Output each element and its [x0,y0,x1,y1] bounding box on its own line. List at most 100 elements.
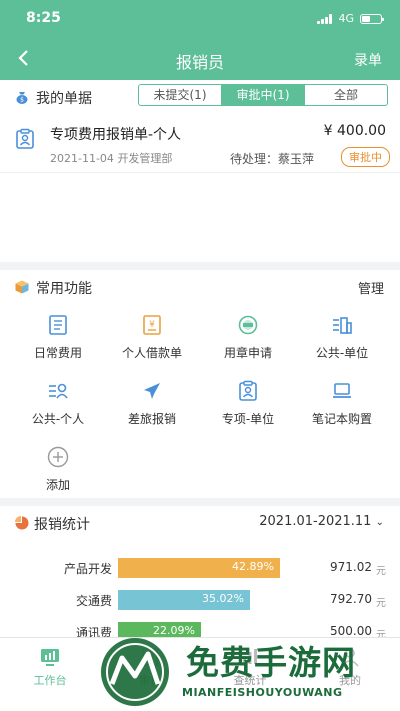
stats-card: 报销统计 2021.01-2021.11 ⌄ 产品开发 42.89% 971.02 元… [0,506,400,637]
person-list-icon [49,383,68,399]
status-indicators: 4G [317,12,384,25]
func-travel-expense[interactable]: 差旅报销 [102,380,202,440]
stats-title: 报销统计 [34,517,90,533]
signal-icon [317,13,333,24]
user-icon [341,648,359,667]
stat-percent: 35.02% [202,592,244,605]
tab-label: 我的 [339,674,361,687]
chart-icon [243,649,257,664]
divider [0,172,400,173]
stat-bar: 42.89% [118,558,280,578]
func-label: 专项-单位 [221,412,275,426]
clipboard-icon [239,380,257,401]
stat-category: 交通费 [75,594,112,608]
doc-pending: 待处理：蔡玉萍 [230,150,314,167]
func-label: 公共-单位 [315,346,369,360]
doc-title: 专项费用报销单-个人 [50,127,182,143]
tab-approving[interactable]: 审批中(1) [222,85,305,105]
stat-bar-track: 42.89% [118,558,298,578]
laptop-icon [333,383,351,398]
stat-percent: 22.09% [153,624,195,637]
tab-bar: 工作台 审批 查统计 我的 [0,637,400,711]
nav-bar: 报销员 录单 [0,38,400,80]
doc-date: 2021-11-04 [50,152,114,165]
status-time: 8:25 [26,10,61,26]
doc-dept: 开发管理部 [117,152,173,165]
func-label: 日常费用 [33,346,82,360]
stat-category: 通讯费 [75,626,112,637]
stat-amount: 792.70 [330,592,372,606]
tab-approval[interactable]: 审批 [100,646,200,688]
stat-row: 通讯费 22.09% 500.00 元 [0,622,400,637]
pending-user: 蔡玉萍 [278,152,315,166]
form-icon [49,315,67,335]
func-public-unit[interactable]: 公共-单位 [292,314,392,374]
tab-draft[interactable]: 未提交(1) [139,85,222,105]
airplane-icon [144,383,160,399]
doc-meta: 2021-11-04 开发管理部 [50,150,172,166]
svg-text:$: $ [20,97,24,104]
tab-mine[interactable]: 我的 [300,646,400,688]
building-icon [333,317,352,334]
func-public-personal[interactable]: 公共-个人 [8,380,108,440]
func-label: 添加 [45,478,70,492]
stat-unit: 元 [376,566,386,577]
common-functions-title: 常用功能 [36,281,92,297]
my-docs-card: $ 我的单据 未提交(1) 审批中(1) 全部 专项费用报销单-个人 2021-… [0,80,400,262]
period-value: 2021.01-2021.11 [259,514,372,529]
box-icon [15,280,29,294]
func-laptop-purchase[interactable]: 笔记本购置 [292,380,392,440]
stat-amount: 500.00 [330,624,372,637]
stat-row: 产品开发 42.89% 971.02 元 [0,558,400,580]
stat-unit: 元 [376,630,386,637]
stat-bar: 35.02% [118,590,250,610]
tab-label: 查统计 [233,674,267,687]
func-personal-loan[interactable]: ¥ 个人借款单 [102,314,202,374]
func-label: 公共-个人 [31,412,85,426]
func-add[interactable]: 添加 [8,446,108,506]
func-label: 差旅报销 [127,412,176,426]
pie-chart-icon [15,516,29,530]
stat-row: 交通费 35.02% 792.70 元 [0,590,400,612]
func-label: 用章申请 [223,346,272,360]
money-bag-icon: $ [16,92,28,104]
func-label: 个人借款单 [121,346,182,360]
manage-button[interactable]: 管理 [358,278,384,297]
func-label: 笔记本购置 [311,412,372,426]
dashboard-icon [41,649,59,666]
svg-text:¥: ¥ [149,320,155,330]
common-functions-card: 常用功能 管理 日常费用 ¥ 个人借款单 用章申请 公共-单位 公共-个人 差旅… [0,270,400,498]
tab-dashboard[interactable]: 工作台 [0,646,100,688]
approval-icon [142,648,158,666]
func-seal-request[interactable]: 用章申请 [198,314,298,374]
my-docs-title: 我的单据 [36,91,92,107]
tab-label: 审批 [139,674,161,687]
status-bar: 8:25 4G [0,0,400,38]
stat-unit: 元 [376,598,386,609]
func-daily-expense[interactable]: 日常费用 [8,314,108,374]
record-button[interactable]: 录单 [354,50,382,70]
doc-amount: ¥ 400.00 [323,123,386,139]
pending-label: 待处理： [230,152,279,166]
tab-label: 工作台 [33,674,67,687]
seal-icon [238,315,258,335]
func-special-unit[interactable]: 专项-单位 [198,380,298,440]
stat-bar-track: 22.09% [118,622,298,637]
tab-statistics[interactable]: 查统计 [200,646,300,688]
stat-category: 产品开发 [63,562,112,576]
tab-all[interactable]: 全部 [305,85,387,105]
battery-icon [360,13,384,24]
network-type: 4G [338,12,354,25]
status-badge: 审批中 [341,147,390,167]
stat-bar-track: 35.02% [118,590,298,610]
clipboard-user-icon [16,128,34,149]
period-selector[interactable]: 2021.01-2021.11 ⌄ [259,514,384,529]
stat-amount: 971.02 [330,560,372,574]
loan-icon: ¥ [143,315,161,335]
doc-list-item[interactable]: 专项费用报销单-个人 2021-11-04 开发管理部 ¥ 400.00 待处理… [0,114,400,172]
doc-status-tabs: 未提交(1) 审批中(1) 全部 [138,84,388,106]
stat-bar: 22.09% [118,622,201,637]
stat-percent: 42.89% [232,560,274,573]
page-title: 报销员 [175,53,224,72]
plus-circle-icon [47,446,69,468]
